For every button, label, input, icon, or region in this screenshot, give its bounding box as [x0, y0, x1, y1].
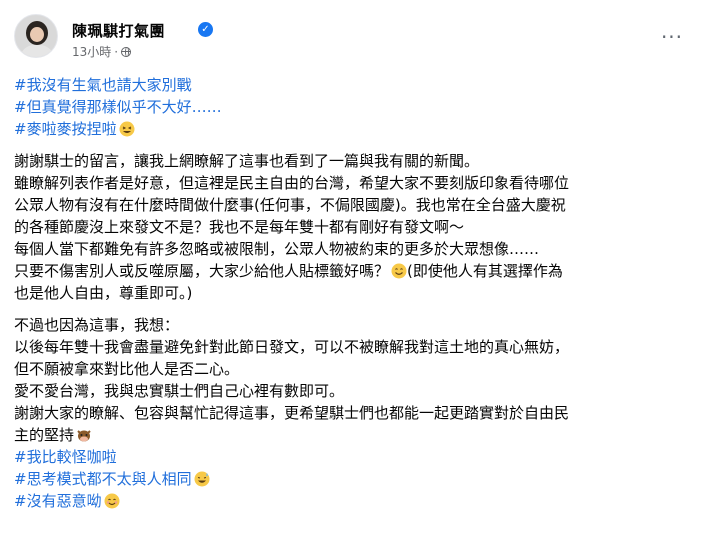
- post-header: 陳珮騏打氣團 ✓ 13小時 · ···: [14, 12, 690, 62]
- hashtag-link[interactable]: #我比較怪咖啦: [14, 448, 117, 466]
- text-line: 也是他人自由，尊重即可。): [14, 284, 193, 302]
- text-line: 以後每年雙十我會盡量避免針對此節日發文，可以不被瞭解我對這土地的真心無妨，: [14, 338, 570, 356]
- text-line: 公眾人物有沒有在什麼時間做什麼事(任何事，不侷限國慶)。我也常在全台盛大慶祝: [14, 196, 566, 214]
- text-line: 謝謝騏士的留言，讓我上網瞭解了這事也看到了一篇與我有關的新聞。: [14, 152, 480, 170]
- text-line: 主的堅持: [14, 426, 75, 444]
- post-meta: 13小時 ·: [72, 43, 132, 60]
- text-line: 只要不傷害別人或反噬原屬，大家少給他人貼標籤好嗎？: [14, 262, 390, 280]
- text-line: 的各種節慶沒上來發文不是？我也不是每年雙十都有剛好有發文啊～: [14, 218, 465, 236]
- text-line: 但不願被拿來對比他人是否二心。: [14, 360, 240, 378]
- text-line: (即使他人有其選擇作為: [407, 262, 563, 280]
- smiling-face-emoji-icon: [391, 263, 407, 279]
- hashtag-link[interactable]: #但真覺得那樣似乎不大好……: [14, 98, 222, 116]
- more-options-button[interactable]: ···: [654, 24, 690, 60]
- text-line: 不過也因為這事，我想：: [14, 316, 180, 334]
- text-line: 雖瞭解列表作者是好意，但這裡是民主自由的台灣，希望大家不要刻版印象看待哪位: [14, 174, 570, 192]
- text-line: 每個人當下都難免有許多忽略或被限制，公眾人物被約束的更多於大眾想像……: [14, 240, 540, 258]
- page-avatar[interactable]: [14, 14, 58, 58]
- cow-face-emoji-icon: [77, 430, 91, 442]
- hashtag-link[interactable]: #麥啦麥按捏啦: [14, 120, 117, 138]
- post-body: #我沒有生氣也請大家別戰 #但真覺得那樣似乎不大好…… #麥啦麥按捏啦 謝謝騏士…: [14, 74, 694, 522]
- facebook-post: 陳珮騏打氣團 ✓ 13小時 · ··· #我沒有生氣也請大家別戰 #但真覺得那樣似…: [0, 0, 702, 549]
- verified-badge-icon: ✓: [198, 22, 213, 37]
- smiling-face-with-smiling-eyes-emoji-icon: [104, 493, 120, 509]
- paragraph-3: 不過也因為這事，我想： 以後每年雙十我會盡量避免針對此節日發文，可以不被瞭解我對…: [14, 314, 694, 512]
- grinning-squinting-face-emoji-icon: [119, 121, 135, 137]
- grinning-face-with-sweat-emoji-icon: [194, 471, 210, 487]
- globe-icon[interactable]: [121, 47, 132, 57]
- hashtag-link[interactable]: #思考模式都不太與人相同: [14, 470, 192, 488]
- timestamp-link[interactable]: 13小時: [72, 45, 111, 59]
- text-line: 愛不愛台灣，我與忠實騏士們自己心裡有數即可。: [14, 382, 345, 400]
- paragraph-1: #我沒有生氣也請大家別戰 #但真覺得那樣似乎不大好…… #麥啦麥按捏啦: [14, 74, 694, 140]
- hashtag-link[interactable]: #我沒有生氣也請大家別戰: [14, 76, 192, 94]
- hashtag-link[interactable]: #沒有惡意呦: [14, 492, 102, 510]
- text-line: 謝謝大家的瞭解、包容與幫忙記得這事，更希望騏士們也都能一起更踏實對於自由民: [14, 404, 570, 422]
- page-name-link[interactable]: 陳珮騏打氣團: [72, 20, 165, 41]
- separator-dot: ·: [114, 45, 119, 59]
- paragraph-2: 謝謝騏士的留言，讓我上網瞭解了這事也看到了一篇與我有關的新聞。 雖瞭解列表作者是…: [14, 150, 694, 304]
